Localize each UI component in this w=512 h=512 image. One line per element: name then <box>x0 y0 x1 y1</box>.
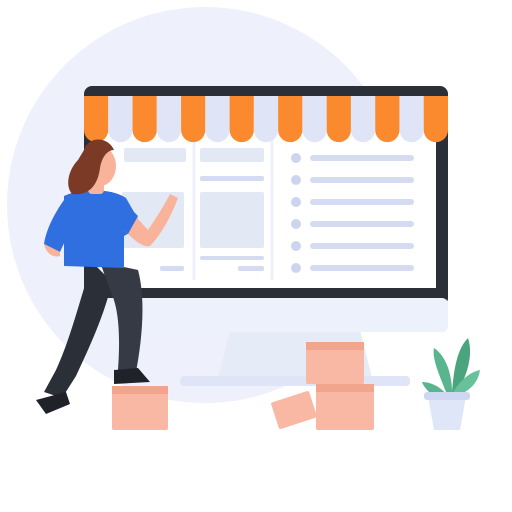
list-bullet <box>291 241 301 251</box>
awning-stripe <box>399 96 424 120</box>
list-bullet <box>291 175 301 185</box>
storefront-illustration <box>7 7 480 430</box>
shoe <box>36 392 70 414</box>
awning-stripe <box>278 96 303 120</box>
awning-stripe <box>423 96 448 120</box>
plant-pot <box>428 396 466 430</box>
awning-stripe <box>84 96 109 120</box>
list-bullet <box>291 153 301 163</box>
list-line <box>310 199 414 205</box>
illustration-stage <box>0 0 512 512</box>
awning-stripe <box>108 96 133 120</box>
awning-stripe <box>350 96 376 120</box>
product-caption-line <box>200 256 264 260</box>
awning-stripe <box>229 96 254 120</box>
list-line <box>310 155 414 161</box>
shipping-box-icon <box>306 342 364 384</box>
list-line <box>310 243 414 249</box>
shipping-box-icon <box>112 386 168 430</box>
plant-icon <box>422 338 480 430</box>
product-caption-line <box>200 176 264 181</box>
awning-stripe <box>253 96 279 120</box>
awning-stripe <box>375 96 400 120</box>
product-caption-line <box>238 266 264 271</box>
awning-stripe <box>205 96 230 120</box>
product-card <box>200 148 264 162</box>
list-line <box>310 265 414 271</box>
shipping-box-icon <box>316 384 374 430</box>
list-bullet <box>291 219 301 229</box>
awning-stripe <box>181 96 206 120</box>
list-bullet <box>291 263 301 273</box>
shop-awning-icon <box>84 96 448 143</box>
awning-stripe <box>326 96 351 120</box>
product-card <box>200 192 264 248</box>
awning-stripe <box>156 96 182 120</box>
list-line <box>310 221 414 227</box>
shipping-box-icon <box>271 391 317 429</box>
awning-stripe <box>132 96 157 120</box>
product-caption-line <box>160 266 184 271</box>
product-card <box>124 148 186 162</box>
list-line <box>310 177 414 183</box>
awning-stripe <box>302 96 327 120</box>
list-bullet <box>291 197 301 207</box>
